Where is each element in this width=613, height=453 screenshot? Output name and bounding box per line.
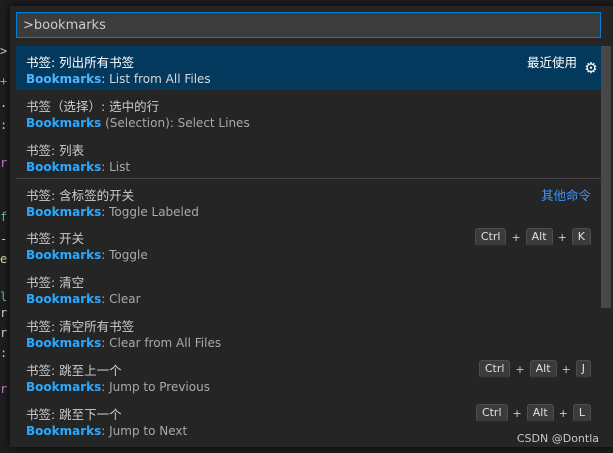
gear-icon[interactable]: ⚙ [583, 60, 599, 76]
match-highlight: Bookmarks [26, 336, 102, 350]
command-input[interactable] [17, 13, 600, 37]
command-item[interactable]: 书签: 跳至上一个 Bookmarks: Jump to Previous Ctrl… [16, 354, 601, 398]
key-cap: Alt [526, 404, 554, 422]
command-item[interactable]: 书签: 清空所有书签 Bookmarks: Clear from All File… [16, 310, 601, 354]
command-detail: Bookmarks: Toggle Labeled [26, 205, 199, 219]
command-title: 书签: 列出所有书签 [26, 55, 135, 70]
command-title: 书签（选择）: 选中的行 [26, 99, 160, 114]
code-glyph: e [0, 252, 8, 266]
command-title: 书签: 含标签的开关 [26, 188, 135, 203]
command-detail-text: : List [101, 160, 131, 174]
match-highlight: Bookmarks [26, 116, 102, 130]
command-detail-text: : Jump to Previous [101, 380, 210, 394]
command-detail-text: : Clear from All Files [101, 336, 222, 350]
command-item[interactable]: 书签: 开关 Bookmarks: Toggle Ctrl + Alt + K [16, 222, 601, 266]
match-highlight: Bookmarks [26, 205, 102, 219]
command-title: 书签: 跳至下一个 [26, 407, 122, 422]
code-glyph: r [0, 382, 8, 396]
command-title: 书签: 清空所有书签 [26, 319, 135, 334]
key-cap: Ctrl [474, 228, 507, 246]
code-glyph: : [0, 346, 8, 360]
command-item[interactable]: 书签: 列出所有书签 Bookmarks: List from All Files… [16, 46, 601, 90]
command-detail-text: : Jump to Next [101, 424, 188, 438]
keybinding: Ctrl + Alt + L [475, 404, 591, 422]
list-scrollbar[interactable] [601, 46, 611, 308]
key-plus: + [515, 362, 525, 376]
command-item[interactable]: 书签: 清空 Bookmarks: Clear [16, 266, 601, 310]
command-detail-text: : Clear [101, 292, 141, 306]
command-title: 书签: 列表 [26, 143, 85, 158]
command-title: 书签: 跳至上一个 [26, 363, 122, 378]
command-detail: Bookmarks: List from All Files [26, 72, 211, 86]
key-plus: + [511, 230, 521, 244]
command-list: 书签: 列出所有书签 Bookmarks: List from All Files… [16, 46, 601, 446]
command-detail-text: : Toggle Labeled [101, 205, 199, 219]
watermark: CSDN @Dontla [516, 432, 599, 445]
command-detail: Bookmarks: Jump to Next [26, 424, 187, 438]
keybinding: Ctrl + Alt + K [474, 228, 591, 246]
code-glyph: r [0, 156, 8, 170]
command-item[interactable]: 书签: 含标签的开关 Bookmarks: Toggle Labeled 其他命令 [16, 178, 601, 222]
command-detail-text: : List from All Files [101, 72, 211, 86]
command-title: 书签: 清空 [26, 275, 85, 290]
command-item[interactable]: 书签（选择）: 选中的行 Bookmarks (Selection): Selec… [16, 90, 601, 134]
command-detail-text: (Selection): Select Lines [101, 116, 250, 130]
code-glyph: . [0, 96, 8, 110]
code-glyph: > [0, 44, 8, 58]
command-detail: Bookmarks: List [26, 160, 130, 174]
match-highlight: Bookmarks [26, 160, 102, 174]
key-plus: + [512, 406, 522, 420]
command-item[interactable]: 书签: 列表 Bookmarks: List [16, 134, 601, 178]
match-highlight: Bookmarks [26, 72, 102, 86]
code-glyph: l [0, 290, 8, 304]
command-detail-text: : Toggle [101, 248, 148, 262]
code-glyph: f [0, 210, 8, 224]
command-item[interactable]: 书签: 跳至下一个 Bookmarks: Jump to Next Ctrl + Alt… [16, 398, 601, 442]
key-cap: Alt [525, 228, 553, 246]
keybinding: Ctrl + Alt + J [478, 360, 591, 378]
command-detail: Bookmarks: Clear [26, 292, 141, 306]
key-plus: + [558, 406, 568, 420]
match-highlight: Bookmarks [26, 380, 102, 394]
key-cap: Ctrl [478, 360, 511, 378]
command-detail: Bookmarks: Jump to Previous [26, 380, 210, 394]
code-glyph: - [0, 232, 8, 246]
code-glyph: : [0, 118, 8, 132]
key-cap: Alt [529, 360, 557, 378]
key-cap: K [571, 228, 591, 246]
command-detail: Bookmarks (Selection): Select Lines [26, 116, 250, 130]
command-detail: Bookmarks: Clear from All Files [26, 336, 221, 350]
code-glyph: r [0, 306, 8, 320]
match-highlight: Bookmarks [26, 248, 102, 262]
key-cap: Ctrl [475, 404, 508, 422]
key-cap: L [572, 404, 591, 422]
code-glyph: r [0, 326, 8, 340]
key-plus: + [557, 230, 567, 244]
code-glyph: + [0, 74, 8, 88]
key-plus: + [561, 362, 571, 376]
command-title: 书签: 开关 [26, 231, 85, 246]
key-cap: J [575, 360, 591, 378]
command-detail: Bookmarks: Toggle [26, 248, 148, 262]
recently-used-label: 最近使用 [526, 55, 577, 70]
command-input-box[interactable] [16, 12, 601, 38]
command-palette: 书签: 列出所有书签Bookmarks: List from All Files… [10, 6, 613, 447]
other-commands-label: 其他命令 [540, 188, 591, 203]
match-highlight: Bookmarks [26, 424, 102, 438]
match-highlight: Bookmarks [26, 292, 102, 306]
